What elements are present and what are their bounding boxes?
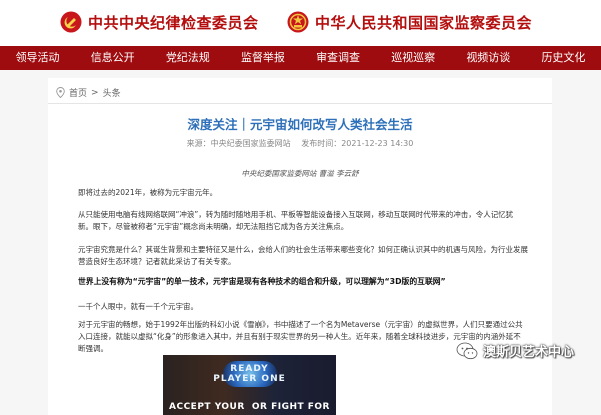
nsc-title: 中华人民共和国国家监察委员会 [315,13,533,32]
site-header: 中共中央纪律检查委员会 中华人民共和国国家监察委员会 [0,0,601,46]
nav-item-regulations[interactable]: 党纪法规 [150,46,225,70]
nsc-brand[interactable]: 中华人民共和国国家监察委员会 [287,11,532,33]
article-source: 来源：中央纪委国家监委网站 [186,139,291,148]
breadcrumb-separator: > [91,87,99,98]
wechat-icon [456,342,478,359]
article-paragraph: 一千个人眼中，就有一千个元宇宙。 [78,302,198,311]
national-emblem-icon [287,11,309,33]
nav-item-leadership[interactable]: 领导活动 [0,46,75,70]
movie-poster-image: READY PLAYER ONE ACCEPT YOUR OR FIGHT FO… [163,355,336,415]
watermark-text: 澳斯贝艺术中心 [483,345,575,360]
poster-caption-left: ACCEPT YOUR [169,402,245,412]
nav-item-history[interactable]: 历史文化 [526,46,601,70]
article-title: 深度关注｜元宇宙如何改写人类社会生活 [187,117,413,132]
nav-item-inspection[interactable]: 巡视巡察 [376,46,451,70]
breadcrumb-current[interactable]: 头条 [103,86,121,99]
article-date: 发布时间：2021-12-23 14:30 [301,139,414,148]
divider [48,103,552,104]
nav-item-video[interactable]: 视频访谈 [451,46,526,70]
poster-logo-line1: READY [230,364,269,374]
nav-item-disclosure[interactable]: 信息公开 [75,46,150,70]
article-meta: 来源：中央纪委国家监委网站 发布时间：2021-12-23 14:30 [48,138,552,149]
article-byline: 中央纪委国家监委网站 曹溢 李云舒 [241,169,359,178]
breadcrumb-home[interactable]: 首页 [69,86,87,99]
article-card: 首页 > 头条 深度关注｜元宇宙如何改写人类社会生活 来源：中央纪委国家监委网站… [48,78,552,415]
article-subheading: 世界上没有称为“元宇宙”的单一技术，元宇宙是现有各种技术的组合和升级，可以理解为… [78,277,446,286]
article-paragraph: 元宇宙究竟是什么？其诞生背景和主要特征又是什么，会给人们的社会生活带来哪些变化？… [78,245,528,266]
ccdi-title: 中共中央纪律检查委员会 [88,13,259,32]
main-nav: 领导活动 信息公开 党纪法规 监督举报 审查调查 巡视巡察 视频访谈 历史文化 [0,46,601,70]
nav-item-investigation[interactable]: 审查调查 [301,46,376,70]
poster-caption-right: OR FIGHT FOR [251,402,330,412]
poster-logo-line2: PLAYER ONE [213,374,286,384]
ccdi-brand[interactable]: 中共中央纪律检查委员会 [60,11,259,33]
nav-item-reporting[interactable]: 监督举报 [225,46,300,70]
location-pin-icon [56,87,65,98]
content-area: 首页 > 头条 深度关注｜元宇宙如何改写人类社会生活 来源：中央纪委国家监委网站… [0,70,601,415]
watermark: 澳斯贝艺术中心 [456,341,574,360]
article-paragraph: 从只能使用电脑有线网络联网“冲浪”，转为随时随地用手机、平板等智能设备接入互联网… [78,210,514,231]
article-paragraph: 即将过去的2021年，被称为元宇宙元年。 [78,188,218,197]
party-emblem-icon [60,11,82,33]
breadcrumb: 首页 > 头条 [56,86,121,99]
